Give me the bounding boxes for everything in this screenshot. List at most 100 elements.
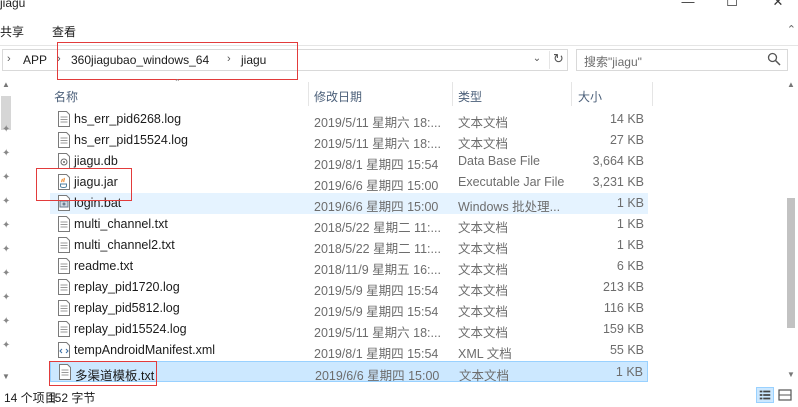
search-placeholder: 搜索"jiagu" xyxy=(584,55,642,69)
file-row[interactable]: login.bat 2019/6/6 星期四 15:00 Windows 批处理..… xyxy=(50,193,648,214)
breadcrumb-separator[interactable]: › xyxy=(7,53,11,65)
selection-size: 152 字节 xyxy=(48,391,96,405)
pin-icon[interactable]: ✦ xyxy=(2,196,10,207)
file-size: 27 KB xyxy=(609,133,644,147)
breadcrumb-separator[interactable]: › xyxy=(57,53,61,65)
breadcrumb-app[interactable]: APP xyxy=(23,53,47,67)
pin-icon[interactable]: ✦ xyxy=(2,268,10,279)
status-bar: 14 个项目 152 字节 xyxy=(0,386,798,407)
column-header-type[interactable]: 类型 xyxy=(453,82,571,106)
file-size: 1 KB xyxy=(615,365,643,379)
file-row[interactable]: hs_err_pid6268.log 2019/5/11 星期六 18:... 文本… xyxy=(50,109,648,130)
file-type: Executable Jar File xyxy=(458,175,565,189)
file-size: 116 KB xyxy=(603,301,644,315)
file-size: 55 KB xyxy=(609,343,644,357)
vertical-scrollbar[interactable]: ▲ ▼ xyxy=(784,78,798,386)
file-name: hs_err_pid15524.log xyxy=(74,133,188,147)
file-size: 3,231 KB xyxy=(592,175,644,189)
scrollbar-thumb[interactable] xyxy=(787,198,795,328)
breadcrumb-360jiagubao[interactable]: 360jiagubao_windows_64 xyxy=(71,53,209,67)
navigation-pane-edge: ▲ ✦ ✦ ✦ ✦ ✦ ✦ ✦ ✦ ✦ ✦ ▼ xyxy=(0,78,14,386)
details-view-icon[interactable] xyxy=(756,387,774,403)
file-row[interactable]: tempAndroidManifest.xml 2019/8/1 星期四 15:5… xyxy=(50,340,648,361)
close-button[interactable]: ✕ xyxy=(758,0,798,12)
search-icon[interactable] xyxy=(767,52,781,66)
file-name: 多渠道模板.txt xyxy=(75,369,155,383)
pin-icon[interactable]: ✦ xyxy=(2,172,10,183)
address-bar[interactable]: › APP › 360jiagubao_windows_64 › jiagu ⌄… xyxy=(2,49,568,71)
file-name: replay_pid5812.log xyxy=(74,301,180,315)
pin-icon[interactable]: ✦ xyxy=(2,316,10,327)
file-row[interactable]: hs_err_pid15524.log 2019/5/11 星期六 18:... 文… xyxy=(50,130,648,151)
file-size: 213 KB xyxy=(602,280,644,294)
breadcrumb-separator[interactable]: › xyxy=(227,53,231,65)
file-type: XML 文档 xyxy=(458,347,512,361)
file-type: 文本文档 xyxy=(458,305,509,319)
column-size-label: 大小 xyxy=(578,90,603,104)
text-file-icon xyxy=(58,258,70,274)
text-file-icon xyxy=(59,364,71,380)
file-size: 1 KB xyxy=(616,196,644,210)
text-file-icon xyxy=(58,216,70,232)
scroll-up-icon[interactable]: ▲ xyxy=(787,80,795,89)
text-file-icon xyxy=(58,237,70,253)
maximize-button[interactable]: ☐ xyxy=(712,0,752,12)
file-type: 文本文档 xyxy=(458,242,509,256)
large-icons-view-icon[interactable] xyxy=(776,387,794,403)
column-header-date[interactable]: 修改日期 xyxy=(309,82,452,106)
file-type: 文本文档 xyxy=(458,137,509,151)
file-name: multi_channel.txt xyxy=(74,217,168,231)
window-title: jiagu xyxy=(0,0,26,10)
pin-icon[interactable]: ✦ xyxy=(2,148,10,159)
pin-icon[interactable]: ✦ xyxy=(2,220,10,231)
file-row[interactable]: multi_channel.txt 2018/5/22 星期二 11:... 文本文… xyxy=(50,214,648,235)
address-row: › APP › 360jiagubao_windows_64 › jiagu ⌄… xyxy=(0,46,798,76)
file-modified-date: 2019/6/6 星期四 15:00 xyxy=(314,179,439,193)
pin-icon[interactable]: ✦ xyxy=(2,340,10,351)
text-file-icon xyxy=(58,132,70,148)
file-size: 159 KB xyxy=(602,322,644,336)
file-row[interactable]: jiagu.jar 2019/6/6 星期四 15:00 Executable Ja… xyxy=(50,172,648,193)
file-size: 3,664 KB xyxy=(592,154,644,168)
tab-view[interactable]: 查看 xyxy=(52,23,76,40)
file-type: 文本文档 xyxy=(458,221,509,235)
file-name: readme.txt xyxy=(74,259,134,273)
file-row[interactable]: replay_pid1720.log 2019/5/9 星期四 15:54 文本文档… xyxy=(50,277,648,298)
column-header-size[interactable]: 大小 xyxy=(572,82,652,106)
file-modified-date: 2019/5/11 星期六 18:... xyxy=(314,116,441,130)
file-modified-date: 2019/6/6 星期四 15:00 xyxy=(314,200,439,214)
file-name: multi_channel2.txt xyxy=(74,238,175,252)
ribbon: 共享 查看 ⌃ xyxy=(0,14,798,46)
pin-icon[interactable]: ✦ xyxy=(2,244,10,255)
batch-file-icon xyxy=(58,195,70,211)
address-dropdown-icon[interactable]: ⌄ xyxy=(527,53,547,69)
scroll-up-arrow-icon[interactable]: ▲ xyxy=(2,80,10,89)
file-row[interactable]: 多渠道模板.txt 2019/6/6 星期四 15:00 文本文档 1 KB xyxy=(50,361,648,383)
file-row[interactable]: replay_pid15524.log 2019/5/11 星期六 18:... 文… xyxy=(50,319,648,340)
scroll-down-arrow-icon[interactable]: ▼ xyxy=(2,372,10,381)
tab-share[interactable]: 共享 xyxy=(0,23,24,40)
file-type: Windows 批处理... xyxy=(458,200,561,214)
minimize-button[interactable]: — xyxy=(668,0,708,12)
file-modified-date: 2019/5/11 星期六 18:... xyxy=(314,326,441,340)
pin-icon[interactable]: ✦ xyxy=(2,292,10,303)
ribbon-collapse-icon[interactable]: ⌃ xyxy=(787,23,796,36)
file-modified-date: 2019/8/1 星期四 15:54 xyxy=(314,158,439,172)
file-type: 文本文档 xyxy=(458,326,509,340)
scroll-down-icon[interactable]: ▼ xyxy=(787,370,795,379)
file-modified-date: 2019/5/11 星期六 18:... xyxy=(314,137,441,151)
column-header-name[interactable]: 名称 xyxy=(50,82,308,106)
pin-icon[interactable]: ✦ xyxy=(2,124,10,135)
breadcrumb-jiagu[interactable]: jiagu xyxy=(241,53,266,67)
text-file-icon xyxy=(58,321,70,337)
file-modified-date: 2018/5/22 星期二 11:... xyxy=(314,242,441,256)
file-row[interactable]: readme.txt 2018/11/9 星期五 16:... 文本文档 6 KB xyxy=(50,256,648,277)
column-divider[interactable] xyxy=(652,82,653,106)
column-date-label: 修改日期 xyxy=(314,90,363,104)
search-input[interactable]: 搜索"jiagu" xyxy=(576,49,788,71)
file-row[interactable]: jiagu.db 2019/8/1 星期四 15:54 Data Base File… xyxy=(50,151,648,172)
file-type: 文本文档 xyxy=(458,284,509,298)
file-row[interactable]: replay_pid5812.log 2019/5/9 星期四 15:54 文本文档… xyxy=(50,298,648,319)
file-row[interactable]: multi_channel2.txt 2018/5/22 星期二 11:... 文本… xyxy=(50,235,648,256)
refresh-icon[interactable]: ↻ xyxy=(549,51,567,69)
